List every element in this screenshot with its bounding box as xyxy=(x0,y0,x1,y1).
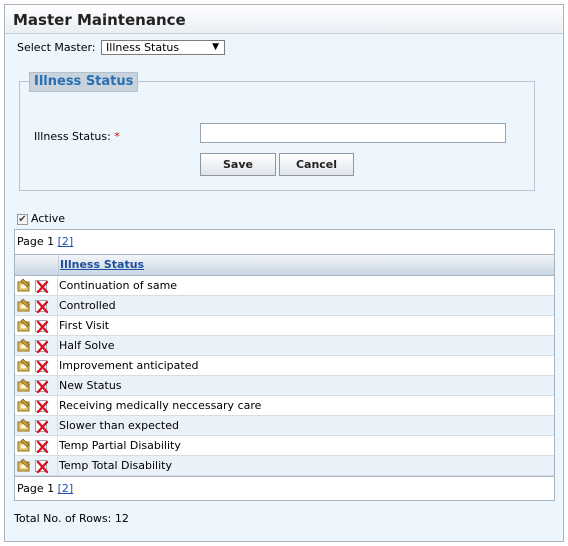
grid-header: Illness Status xyxy=(15,254,554,276)
pager-bottom-link[interactable]: [2] xyxy=(58,482,74,495)
pager-bottom-link-page: 2 xyxy=(61,482,69,495)
pager-top-link-page: 2 xyxy=(61,235,69,248)
row-actions xyxy=(15,456,58,475)
table-row: Continuation of same xyxy=(15,276,554,296)
row-actions xyxy=(15,396,58,415)
active-checkbox[interactable]: ✔ xyxy=(17,213,28,225)
pager-bottom-text: Page 1 xyxy=(17,482,55,495)
edit-icon[interactable] xyxy=(17,338,31,352)
edit-icon[interactable] xyxy=(17,278,31,292)
table-row: Improvement anticipated xyxy=(15,356,554,376)
delete-icon[interactable] xyxy=(35,279,49,293)
select-master-value: Illness Status xyxy=(106,41,180,54)
select-master-row: Select Master: Illness Status ▼ xyxy=(17,40,226,55)
pager-bottom: Page 1 [2] xyxy=(15,476,554,500)
delete-icon[interactable] xyxy=(35,359,49,373)
row-illness-status: Improvement anticipated xyxy=(59,359,199,372)
save-button[interactable]: Save xyxy=(200,153,276,176)
panel-body: Select Master: Illness Status ▼ Illness … xyxy=(5,34,563,541)
row-actions xyxy=(15,336,58,355)
delete-icon[interactable] xyxy=(35,319,49,333)
row-illness-status: Receiving medically neccessary care xyxy=(59,399,262,412)
table-row: New Status xyxy=(15,376,554,396)
row-illness-status: Half Solve xyxy=(59,339,115,352)
delete-icon[interactable] xyxy=(35,339,49,353)
edit-icon[interactable] xyxy=(17,298,31,312)
illness-status-label: Illness Status: * xyxy=(34,130,120,143)
row-actions xyxy=(15,316,58,335)
edit-icon[interactable] xyxy=(17,318,31,332)
pager-top: Page 1 [2] xyxy=(15,230,554,254)
required-marker: * xyxy=(114,130,120,143)
row-illness-status: First Visit xyxy=(59,319,110,332)
pager-top-text: Page 1 xyxy=(17,235,55,248)
panel-header: Master Maintenance xyxy=(5,5,563,34)
row-actions xyxy=(15,296,58,315)
row-actions xyxy=(15,376,58,395)
row-illness-status: Controlled xyxy=(59,299,116,312)
select-master-label: Select Master: xyxy=(17,41,96,54)
table-row: Receiving medically neccessary care xyxy=(15,396,554,416)
edit-icon[interactable] xyxy=(17,358,31,372)
fieldset-legend: Illness Status xyxy=(29,72,139,92)
delete-icon[interactable] xyxy=(35,419,49,433)
table-row: Temp Total Disability xyxy=(15,456,554,476)
row-illness-status: Continuation of same xyxy=(59,279,178,292)
illness-status-fieldset: Illness Status Illness Status: * Save Ca… xyxy=(19,72,535,191)
edit-icon[interactable] xyxy=(17,418,31,432)
row-illness-status: Slower than expected xyxy=(59,419,179,432)
edit-icon[interactable] xyxy=(17,458,31,472)
row-illness-status: New Status xyxy=(59,379,122,392)
row-actions xyxy=(15,416,58,435)
illness-status-input[interactable] xyxy=(200,123,506,143)
row-actions xyxy=(15,356,58,375)
table-row: Controlled xyxy=(15,296,554,316)
cancel-button[interactable]: Cancel xyxy=(279,153,354,176)
illness-status-column-header[interactable]: Illness Status xyxy=(58,255,144,275)
pager-top-link[interactable]: [2] xyxy=(58,235,74,248)
active-row: ✔ Active xyxy=(17,212,65,225)
total-rows-text: Total No. of Rows: 12 xyxy=(14,512,129,525)
edit-icon[interactable] xyxy=(17,438,31,452)
delete-icon[interactable] xyxy=(35,399,49,413)
delete-icon[interactable] xyxy=(35,299,49,313)
row-actions xyxy=(15,436,58,455)
row-illness-status: Temp Total Disability xyxy=(59,459,172,472)
grid-rows: Continuation of same Controlled First Visi… xyxy=(15,276,554,476)
table-row: First Visit xyxy=(15,316,554,336)
active-label: Active xyxy=(31,212,66,225)
select-master-dropdown[interactable]: Illness Status ▼ xyxy=(101,40,226,55)
row-actions xyxy=(15,276,58,295)
illness-status-grid: Page 1 [2] Illness Status Continuation o… xyxy=(14,229,555,501)
delete-icon[interactable] xyxy=(35,379,49,393)
dropdown-arrow-icon: ▼ xyxy=(212,42,220,52)
delete-icon[interactable] xyxy=(35,459,49,473)
row-illness-status: Temp Partial Disability xyxy=(59,439,181,452)
delete-icon[interactable] xyxy=(35,439,49,453)
master-maintenance-panel: Master Maintenance Select Master: Illnes… xyxy=(4,4,564,542)
table-row: Temp Partial Disability xyxy=(15,436,554,456)
page-title: Master Maintenance xyxy=(13,11,186,29)
table-row: Slower than expected xyxy=(15,416,554,436)
illness-status-label-text: Illness Status: xyxy=(34,130,111,143)
edit-icon[interactable] xyxy=(17,398,31,412)
table-row: Half Solve xyxy=(15,336,554,356)
edit-icon[interactable] xyxy=(17,378,31,392)
